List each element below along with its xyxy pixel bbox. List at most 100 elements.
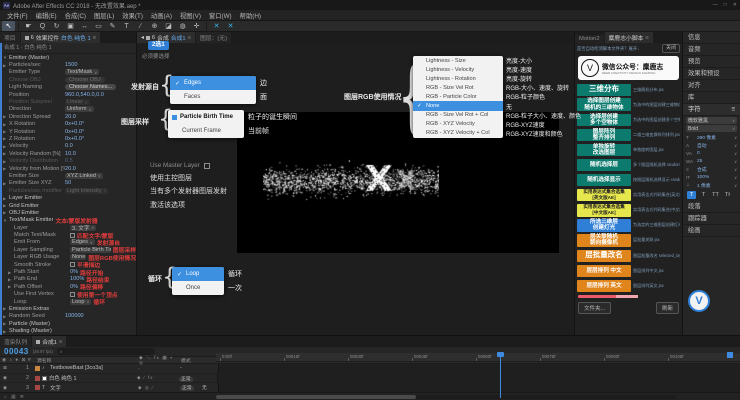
property-value[interactable]: 1500: [65, 62, 77, 68]
script-button-8[interactable]: 实用表达式集合选集 [中文版AE]: [577, 204, 631, 216]
property-checkbox[interactable]: [70, 233, 75, 238]
tab-deer-scripts[interactable]: 麋鹿志小脚本 ≡: [605, 32, 653, 43]
tab-effect-controls[interactable]: 6 效果控件 白色 纯色 1 ≡: [21, 32, 100, 43]
layer-row-2[interactable]: ◉2白色 纯色 1◆ ∕ fx正常: [0, 374, 740, 384]
dropdown-option-loop[interactable]: ✓Loop: [172, 267, 224, 281]
pen-tool-icon[interactable]: ✎: [106, 21, 119, 31]
panel-tab-3[interactable]: 效果和预设: [683, 68, 740, 80]
dropdown-option-rgb-particle-color[interactable]: RGB - Particle Color: [413, 92, 503, 101]
script-button-7[interactable]: 实用表达式集合选集 [英文版AE]: [577, 189, 631, 201]
menu-item-8[interactable]: 帮助(H): [236, 11, 265, 20]
trkmat-dropdown[interactable]: 无: [202, 384, 218, 391]
property-value[interactable]: 0%: [70, 269, 78, 275]
property-value[interactable]: 20.0: [65, 166, 76, 172]
panel-menu-icon[interactable]: ≡: [188, 35, 191, 41]
puppet-pin-tool-icon[interactable]: ✛: [190, 21, 203, 31]
property-dropdown[interactable]: Light Intensity∨: [65, 188, 108, 194]
layer-switches[interactable]: -: [138, 366, 180, 371]
property-value[interactable]: 50: [65, 180, 71, 186]
camera-tool-icon[interactable]: ▣: [64, 21, 77, 31]
close-icon[interactable]: ✕: [733, 2, 737, 8]
minimize-icon[interactable]: —: [713, 2, 718, 8]
property-value[interactable]: 0x+0.0°: [65, 136, 84, 142]
playhead-line[interactable]: [500, 352, 501, 398]
tab-comp-timeline[interactable]: 合成1 ≡: [32, 336, 66, 347]
menu-item-4[interactable]: 效果(T): [118, 11, 147, 20]
tab-project[interactable]: 项目: [0, 32, 20, 43]
property-button[interactable]: Choose OBJ: [65, 77, 105, 83]
char-setting-4[interactable]: ≡合成∨: [683, 165, 740, 173]
script-button-3[interactable]: 图层阵列 整齐排列: [577, 129, 631, 141]
panel-tab-bottom-0[interactable]: 段落: [683, 201, 740, 213]
panel-tab-1[interactable]: 音频: [683, 44, 740, 56]
script-button-4[interactable]: 单独旋转 改选图层: [577, 144, 631, 156]
footer-toggle-icon-1[interactable]: ▦: [11, 394, 16, 400]
font-family-select[interactable]: 微软雅黑 ∨: [686, 117, 737, 124]
char-setting-6[interactable]: ⊥1 像素∨: [683, 181, 740, 189]
char-setting-1[interactable]: A自动∨: [683, 141, 740, 149]
panel-menu-icon[interactable]: ≡: [93, 35, 96, 41]
char-setting-0[interactable]: T290 像素∨: [683, 133, 740, 141]
dropdown-option-current-frame[interactable]: Current Frame: [168, 124, 244, 138]
eraser-tool-icon[interactable]: ◪: [162, 21, 175, 31]
property-dropdown[interactable]: Text/Mask∨: [65, 69, 99, 75]
av-toggles[interactable]: ⊠: [0, 365, 26, 371]
dropdown-option-lightness-size[interactable]: Lightness - Size: [413, 56, 503, 65]
menu-item-5[interactable]: 动画(A): [147, 11, 176, 20]
current-timecode[interactable]: 00043: [4, 347, 29, 356]
zoom-tool-icon[interactable]: Q: [36, 21, 49, 31]
script-button-6[interactable]: 随机选择显示: [577, 174, 631, 186]
menu-item-2[interactable]: 合成(C): [61, 11, 90, 20]
plugin-icon-2[interactable]: ✕: [224, 21, 237, 31]
property-value[interactable]: 0.0: [65, 143, 73, 149]
av-toggles[interactable]: ◉: [0, 375, 26, 381]
layer-switches[interactable]: ◆ ∕ fx: [137, 375, 179, 381]
rotation-tool-icon[interactable]: ↻: [50, 21, 63, 31]
master-layer-checkbox[interactable]: [204, 163, 210, 169]
panel-tab-0[interactable]: 信息: [683, 32, 740, 44]
dropdown-option-lightness-velocity[interactable]: Lightness - Velocity: [413, 65, 503, 74]
property-value[interactable]: 960.0,540.0,0.0: [65, 92, 104, 98]
mode-dropdown[interactable]: 正常: [180, 386, 194, 391]
property-value[interactable]: 100000: [65, 313, 84, 319]
property-value[interactable]: 20.0: [65, 114, 76, 120]
font-style-select[interactable]: Bold ∨: [686, 125, 737, 132]
script-button-5[interactable]: 随机选择层: [577, 159, 631, 171]
property-value[interactable]: 0x+0.0°: [65, 129, 84, 135]
dropdown-option-none[interactable]: ✓None: [413, 101, 503, 110]
clone-stamp-tool-icon[interactable]: ⊕: [148, 21, 161, 31]
layer-color-swatch[interactable]: [35, 366, 40, 371]
layer-name[interactable]: 白色 纯色 1: [49, 374, 137, 382]
layer-name[interactable]: TextboweBast [3co3a]: [50, 365, 138, 371]
plugin-icon-1[interactable]: ✕: [210, 21, 223, 31]
mode-column[interactable]: 模式: [181, 357, 219, 364]
char-setting-5[interactable]: IT100%∨: [683, 173, 740, 181]
menu-item-3[interactable]: 图层(L): [90, 11, 118, 20]
layer-track-area[interactable]: [217, 374, 740, 383]
property-dropdown[interactable]: Uniform∨: [65, 106, 94, 112]
style-toggle-3[interactable]: Tt: [723, 191, 732, 199]
property-value[interactable]: 0.5: [65, 158, 73, 164]
dropdown-option-particle-birth-time[interactable]: Particle Birth Time: [168, 110, 244, 124]
layer-mode[interactable]: 正常: [180, 384, 202, 391]
layer-mode[interactable]: -: [180, 365, 202, 371]
script-button-12[interactable]: 层层排列 中文: [577, 265, 631, 277]
pan-behind-tool-icon[interactable]: ↔: [78, 21, 91, 31]
script-button-9[interactable]: 所选三维层 创建灯光: [577, 219, 631, 231]
folder-button[interactable]: 文件夹...: [578, 302, 611, 314]
script-button-10[interactable]: 层关联随机 朝向摄像机: [577, 234, 631, 246]
layer-switches[interactable]: ◆ ◎ ∕: [138, 385, 180, 391]
menu-item-0[interactable]: 文件(F): [3, 11, 32, 20]
maximize-icon[interactable]: □: [724, 2, 727, 8]
style-toggle-0[interactable]: T: [687, 191, 696, 199]
property-button[interactable]: Choose Names...: [65, 84, 116, 90]
tab-motion2[interactable]: Motion2: [575, 35, 604, 43]
dropdown-option-rgb-size-vel-rot-col[interactable]: RGB - Size Vel Rot + Col: [413, 111, 503, 120]
layer-row-1[interactable]: ⊠1♪TextboweBast [3co3a]--: [0, 364, 740, 374]
property-dropdown[interactable]: Edges∨: [70, 239, 95, 245]
style-toggle-2[interactable]: TT: [711, 191, 720, 199]
script-button-2[interactable]: 选择层创建 多个空物体: [577, 114, 631, 126]
scrollbar-handle[interactable]: [216, 395, 416, 399]
menu-item-1[interactable]: 编辑(E): [32, 11, 61, 20]
hand-tool-icon[interactable]: ☛: [22, 21, 35, 31]
